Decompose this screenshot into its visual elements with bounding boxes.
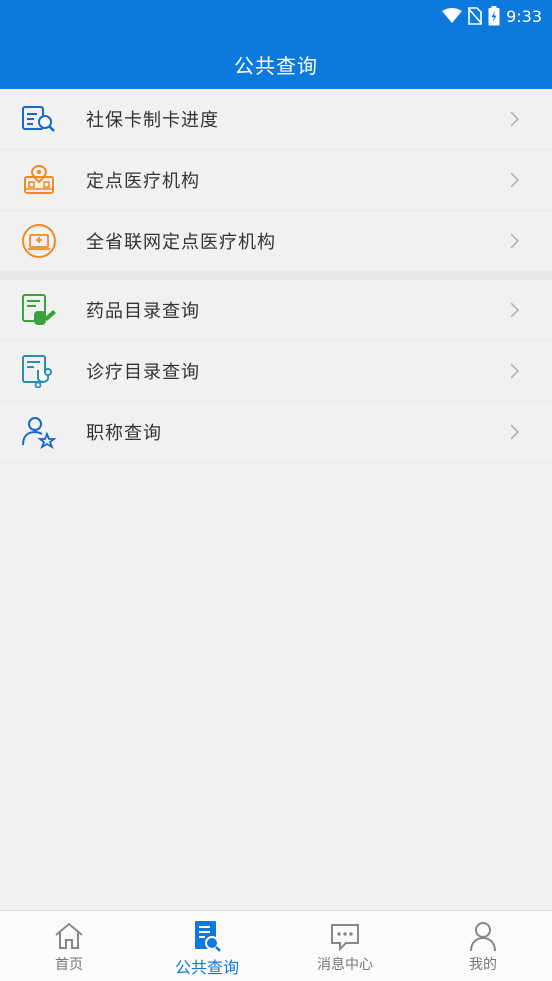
chevron-right-icon: [510, 302, 520, 318]
bottom-tab-bar: 首页 公共查询 消息中心 我的: [0, 910, 552, 981]
list-item-professional-title[interactable]: 职称查询: [0, 402, 552, 463]
chevron-right-icon: [510, 111, 520, 127]
query-group-2: 药品目录查询 诊疗目录查询 职称查询: [0, 280, 552, 463]
tab-label: 首页: [55, 957, 83, 973]
list-item-label: 全省联网定点医疗机构: [86, 232, 276, 253]
tab-home[interactable]: 首页: [0, 911, 138, 981]
battery-icon: [488, 6, 500, 26]
query-list: 社保卡制卡进度 定点医疗机构 全省联网定点医疗机构 药品目录查询 诊疗目录查询 …: [0, 89, 552, 463]
list-item-label: 社保卡制卡进度: [86, 110, 219, 131]
list-item-medicine-catalog[interactable]: 药品目录查询: [0, 280, 552, 341]
tab-public-query[interactable]: 公共查询: [138, 911, 276, 981]
hospital-pin-icon: [20, 163, 58, 197]
chevron-right-icon: [510, 172, 520, 188]
chevron-right-icon: [510, 363, 520, 379]
tab-label: 公共查询: [174, 958, 239, 977]
chevron-right-icon: [510, 233, 520, 249]
title-user-icon: [20, 415, 58, 449]
user-icon: [470, 922, 496, 952]
home-icon: [55, 922, 83, 949]
status-bar: 9:33: [442, 5, 542, 27]
message-icon: [331, 924, 359, 952]
medicine-catalog-icon: [20, 293, 58, 327]
page-title: 公共查询: [234, 54, 318, 78]
app-header: 9:33 公共查询: [0, 0, 552, 89]
list-item-label: 定点医疗机构: [86, 171, 200, 192]
card-search-icon: [20, 102, 58, 136]
treatment-catalog-icon: [20, 354, 58, 388]
list-item-designated-hospitals[interactable]: 定点医疗机构: [0, 150, 552, 211]
group-divider: [0, 272, 552, 280]
tab-label: 消息中心: [317, 957, 373, 973]
tab-mine[interactable]: 我的: [414, 911, 552, 981]
network-hospital-icon: [20, 224, 58, 258]
query-group-1: 社保卡制卡进度 定点医疗机构 全省联网定点医疗机构: [0, 89, 552, 272]
list-item-card-progress[interactable]: 社保卡制卡进度: [0, 89, 552, 150]
chevron-right-icon: [510, 424, 520, 440]
list-item-label: 诊疗目录查询: [86, 362, 200, 383]
tab-message-center[interactable]: 消息中心: [276, 911, 414, 981]
list-item-network-hospitals[interactable]: 全省联网定点医疗机构: [0, 211, 552, 272]
no-sim-icon: [468, 7, 483, 25]
status-time: 9:33: [506, 6, 542, 26]
list-item-label: 药品目录查询: [86, 301, 200, 322]
tab-label: 我的: [469, 957, 497, 973]
list-item-treatment-catalog[interactable]: 诊疗目录查询: [0, 341, 552, 402]
list-item-label: 职称查询: [86, 423, 162, 444]
query-document-icon: [195, 921, 221, 952]
wifi-icon: [442, 8, 463, 24]
